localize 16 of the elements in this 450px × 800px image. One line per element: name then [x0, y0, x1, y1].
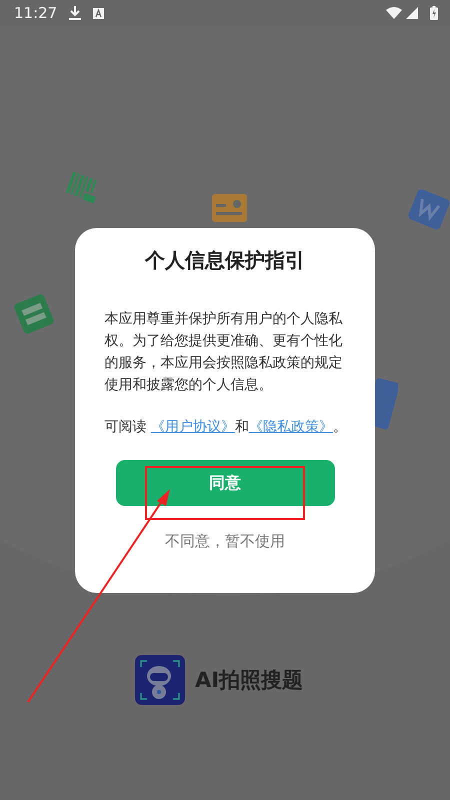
agree-button[interactable]: 同意: [116, 460, 334, 506]
signal-icon: [406, 7, 418, 19]
dialog-title: 个人信息保护指引: [145, 247, 305, 274]
text-box-icon: [93, 8, 104, 18]
agreement-link[interactable]: 《隐私政策》: [248, 419, 333, 435]
id-card-icon: [212, 194, 248, 222]
agreement-link[interactable]: 《用户协议》: [150, 419, 235, 435]
wifi-icon: [386, 7, 402, 19]
decline-button[interactable]: 不同意，暂不使用: [161, 528, 289, 555]
battery-icon: [430, 6, 438, 20]
clock-time: 11:27: [14, 4, 58, 22]
app-name: AI拍照搜题: [195, 667, 304, 694]
privacy-text: 本应用尊重并保护所有用户的个人隐私权。为了给您提供更准确、更有个性化的服务，本应用会按照隐私政策的规定使用和披露您的个人信息。: [104, 310, 344, 395]
download-icon: [69, 6, 82, 20]
agreement-sentence: 可阅读 《用户协议》和《隐私政策》。: [104, 418, 346, 437]
robot-logo-icon: [135, 655, 185, 705]
